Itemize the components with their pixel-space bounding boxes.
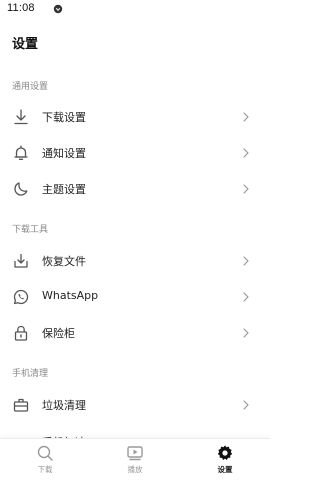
nav-tab-play[interactable]: 播放	[90, 439, 180, 480]
row-label: 通知设置	[42, 147, 86, 160]
row-download-settings[interactable]: 下载设置	[0, 99, 270, 135]
junk-clean-icon	[13, 398, 29, 412]
nav-tab-download[interactable]: 下载	[0, 439, 90, 480]
download-icon	[14, 109, 28, 125]
row-label: WhatsApp	[42, 289, 99, 302]
lock-icon	[14, 325, 28, 341]
status-bar: 11:08	[0, 0, 270, 20]
chevron-right-icon	[243, 148, 249, 158]
bottom-nav: 下载 播放 设置	[0, 438, 270, 480]
row-label: 恢复文件	[42, 255, 86, 268]
chevron-right-icon	[243, 184, 249, 194]
page-title: 设置	[12, 37, 39, 52]
row-notify-settings[interactable]: 通知设置	[0, 135, 270, 171]
row-theme-settings[interactable]: 主题设置	[0, 171, 270, 207]
moon-icon	[14, 182, 28, 196]
row-label: 垃圾清理	[42, 399, 86, 412]
row-label: 主题设置	[42, 183, 86, 196]
nav-tab-settings[interactable]: 设置	[180, 439, 270, 480]
chevron-right-icon	[243, 400, 249, 410]
nav-label-download: 下载	[37, 465, 53, 474]
bell-icon	[14, 145, 28, 160]
section-header-phone-clean: 手机清理	[12, 369, 49, 379]
chevron-right-icon	[243, 256, 249, 266]
section-header-download-tools: 下载工具	[12, 225, 49, 235]
gear-icon	[217, 445, 233, 460]
row-vault[interactable]: 保险柜	[0, 315, 270, 351]
nav-label-settings: 设置	[217, 465, 233, 474]
row-junk-clean[interactable]: 垃圾清理	[0, 387, 270, 423]
restore-download-icon	[14, 253, 28, 268]
chevron-right-icon	[243, 292, 249, 302]
app-notification-icon	[53, 4, 63, 14]
play-icon	[127, 446, 143, 461]
row-label: 下载设置	[42, 111, 86, 124]
chevron-right-icon	[243, 328, 249, 338]
section-header-general: 通用设置	[12, 82, 49, 92]
row-label: 保险柜	[42, 327, 75, 340]
status-time: 11:08	[7, 2, 35, 14]
chevron-right-icon	[243, 112, 249, 122]
row-whatsapp[interactable]: WhatsApp	[0, 279, 270, 315]
settings-screen: 11:08 设置 通用设置 下载设置 通知设置 主题设置 下载工具 恢复文件 W…	[0, 0, 270, 480]
nav-label-play: 播放	[127, 465, 143, 474]
search-icon	[37, 445, 53, 461]
row-restore-files[interactable]: 恢复文件	[0, 243, 270, 279]
whatsapp-icon	[13, 289, 29, 305]
